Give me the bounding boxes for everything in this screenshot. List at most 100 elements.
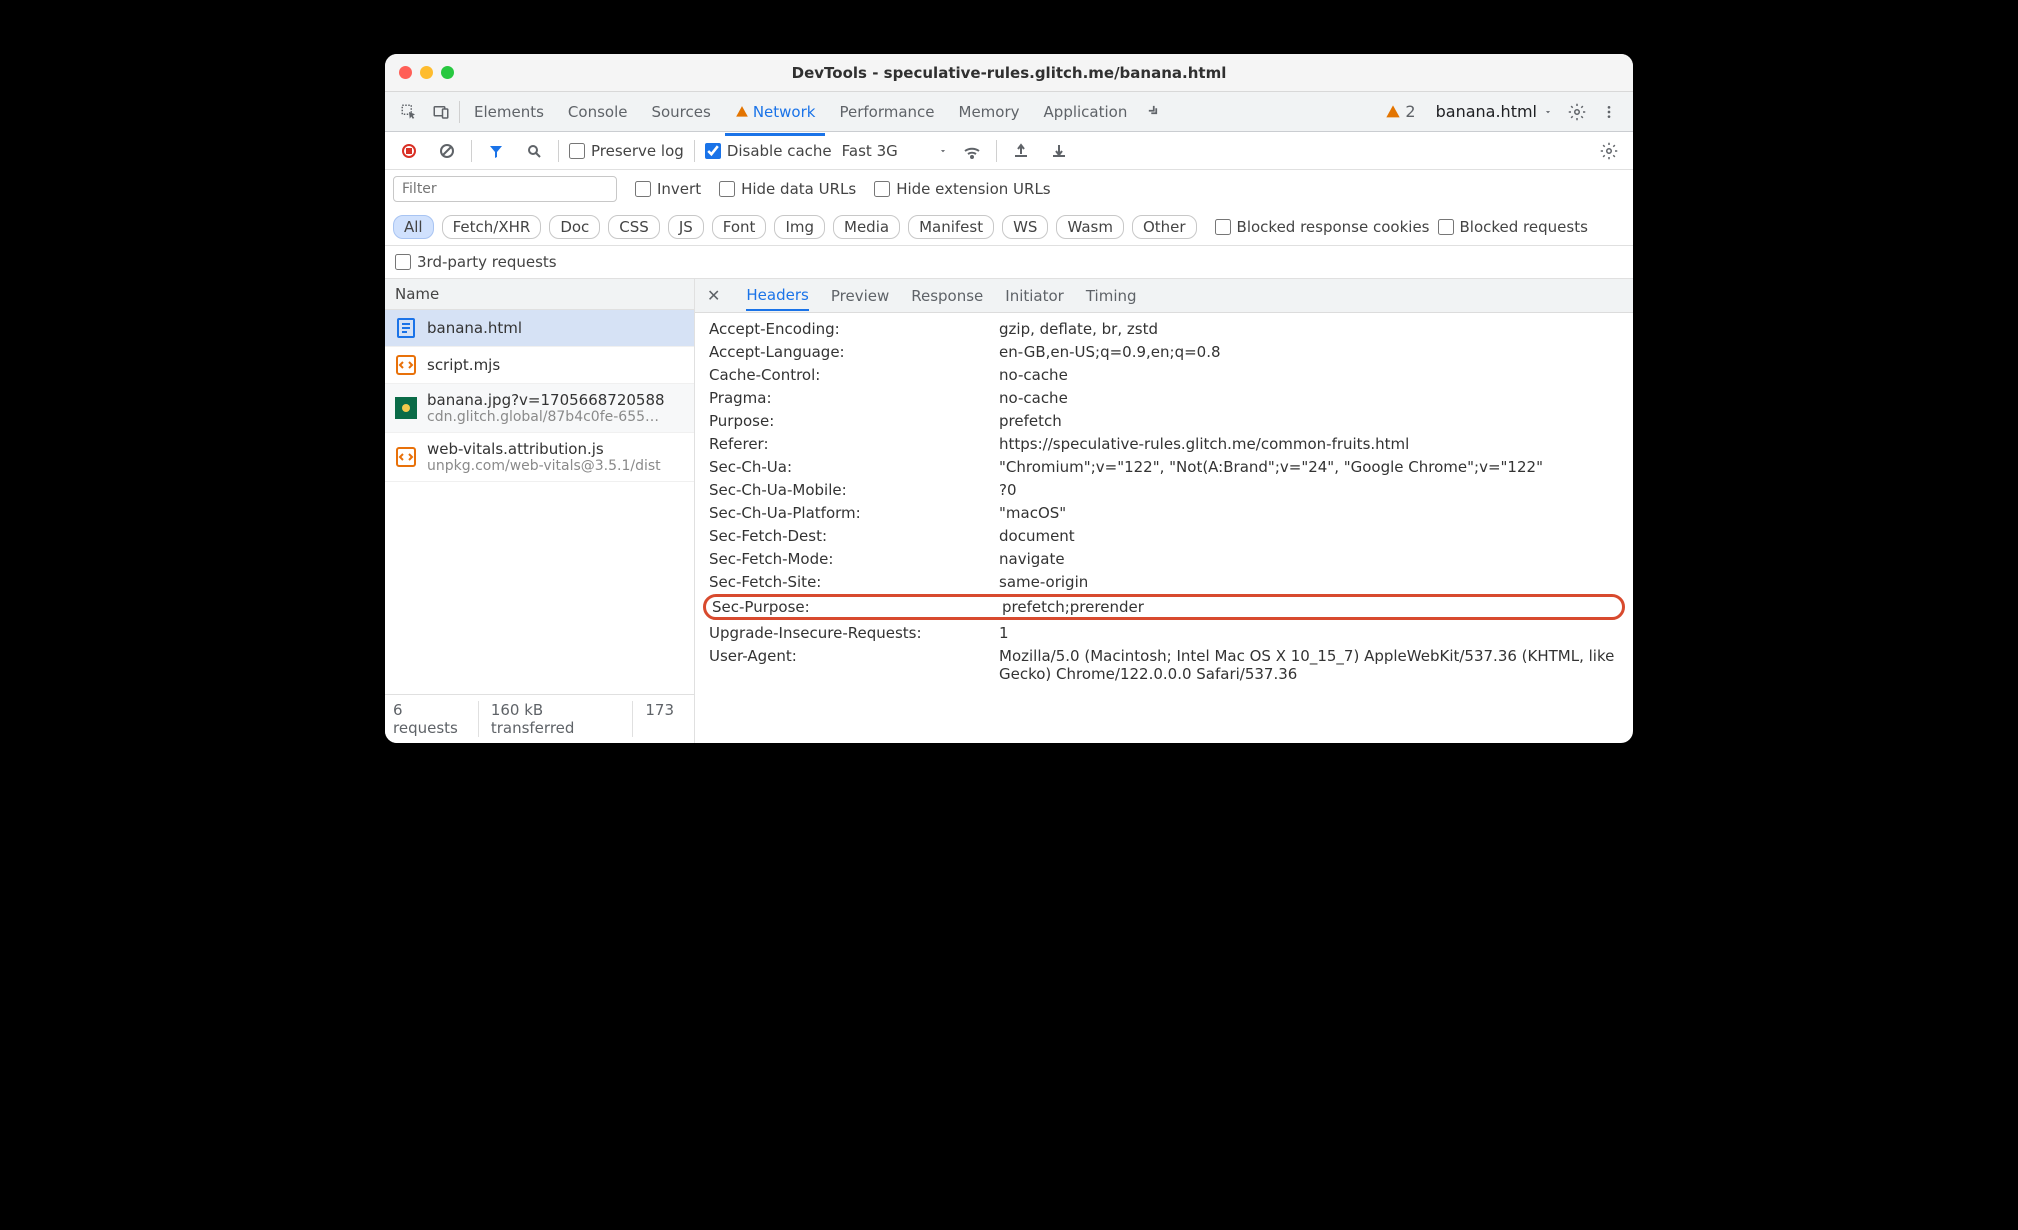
panel-tabs: Elements Console Sources Network Perform… [385, 92, 1633, 132]
detail-tab-preview[interactable]: Preview [831, 287, 889, 305]
request-name: banana.html [427, 319, 522, 337]
request-origin: unpkg.com/web-vitals@3.5.1/dist [427, 458, 661, 474]
header-row: Sec-Fetch-Mode:navigate [709, 547, 1619, 570]
type-media[interactable]: Media [833, 215, 900, 239]
network-toolbar: Preserve log Disable cache Fast 3G [385, 132, 1633, 170]
header-row: Sec-Fetch-Dest:document [709, 524, 1619, 547]
detail-tab-initiator[interactable]: Initiator [1005, 287, 1064, 305]
header-row: Accept-Encoding:gzip, deflate, br, zstd [709, 317, 1619, 340]
filter-icon[interactable] [482, 137, 510, 165]
header-value: "Chromium";v="122", "Not(A:Brand";v="24"… [999, 458, 1619, 476]
header-value: no-cache [999, 366, 1619, 384]
record-icon[interactable] [395, 137, 423, 165]
detail-tab-timing[interactable]: Timing [1086, 287, 1137, 305]
type-all[interactable]: All [393, 215, 434, 239]
network-conditions-icon[interactable] [958, 137, 986, 165]
image-icon [395, 397, 417, 419]
header-value: prefetch;prerender [1002, 598, 1616, 616]
header-key: Sec-Ch-Ua-Platform: [709, 504, 999, 522]
header-key: Purpose: [709, 412, 999, 430]
script-icon [395, 354, 417, 376]
window-controls [399, 66, 454, 79]
header-row: Upgrade-Insecure-Requests:1 [709, 621, 1619, 644]
type-wasm[interactable]: Wasm [1056, 215, 1124, 239]
status-transfer: 160 kB transferred [491, 701, 634, 737]
filter-input[interactable] [393, 176, 617, 202]
close-window-icon[interactable] [399, 66, 412, 79]
tab-network[interactable]: Network [725, 97, 826, 127]
type-fetch[interactable]: Fetch/XHR [442, 215, 542, 239]
header-value: no-cache [999, 389, 1619, 407]
devtools-window: DevTools - speculative-rules.glitch.me/b… [385, 54, 1633, 743]
header-key: Upgrade-Insecure-Requests: [709, 624, 999, 642]
header-key: User-Agent: [709, 647, 999, 683]
preserve-log-checkbox[interactable]: Preserve log [569, 142, 684, 160]
header-key: Sec-Fetch-Site: [709, 573, 999, 591]
status-bar: 6 requests 160 kB transferred 173 [385, 694, 694, 743]
warnings-badge[interactable]: 2 [1385, 102, 1415, 121]
tab-elements[interactable]: Elements [464, 97, 554, 127]
separator [471, 140, 472, 162]
request-detail: ✕ Headers Preview Response Initiator Tim… [695, 279, 1633, 743]
hide-extension-urls-checkbox[interactable]: Hide extension URLs [874, 180, 1050, 198]
request-row[interactable]: script.mjs [385, 347, 694, 384]
disable-cache-checkbox[interactable]: Disable cache [705, 142, 832, 160]
separator [996, 140, 997, 162]
status-requests: 6 requests [393, 701, 479, 737]
document-icon [395, 317, 417, 339]
minimize-window-icon[interactable] [420, 66, 433, 79]
tab-console[interactable]: Console [558, 97, 638, 127]
clear-icon[interactable] [433, 137, 461, 165]
blocked-cookies-checkbox[interactable]: Blocked response cookies [1215, 218, 1430, 236]
third-party-checkbox[interactable]: 3rd-party requests [395, 253, 1623, 271]
type-css[interactable]: CSS [608, 215, 660, 239]
invert-checkbox[interactable]: Invert [635, 180, 701, 198]
column-header-name[interactable]: Name [385, 279, 694, 310]
detail-tab-headers[interactable]: Headers [746, 286, 808, 311]
header-row: User-Agent:Mozilla/5.0 (Macintosh; Intel… [709, 644, 1619, 685]
zoom-window-icon[interactable] [441, 66, 454, 79]
header-value: gzip, deflate, br, zstd [999, 320, 1619, 338]
header-row: Sec-Ch-Ua-Platform:"macOS" [709, 501, 1619, 524]
request-row[interactable]: banana.jpg?v=1705668720588 cdn.glitch.gl… [385, 384, 694, 433]
type-img[interactable]: Img [774, 215, 825, 239]
type-doc[interactable]: Doc [549, 215, 600, 239]
request-row[interactable]: web-vitals.attribution.js unpkg.com/web-… [385, 433, 694, 482]
gear-icon[interactable] [1563, 98, 1591, 126]
kebab-icon[interactable] [1595, 98, 1623, 126]
blocked-requests-checkbox[interactable]: Blocked requests [1438, 218, 1588, 236]
detail-tab-response[interactable]: Response [911, 287, 983, 305]
header-value: ?0 [999, 481, 1619, 499]
header-key: Sec-Fetch-Dest: [709, 527, 999, 545]
header-value: "macOS" [999, 504, 1619, 522]
inspect-icon[interactable] [395, 98, 423, 126]
type-manifest[interactable]: Manifest [908, 215, 994, 239]
context-selector[interactable]: banana.html [1430, 99, 1559, 124]
header-key: Accept-Language: [709, 343, 999, 361]
window-title: DevTools - speculative-rules.glitch.me/b… [792, 64, 1227, 82]
network-settings-icon[interactable] [1595, 137, 1623, 165]
status-extra: 173 [645, 701, 686, 737]
import-icon[interactable] [1007, 137, 1035, 165]
hide-data-urls-checkbox[interactable]: Hide data URLs [719, 180, 856, 198]
type-font[interactable]: Font [712, 215, 767, 239]
tab-performance[interactable]: Performance [829, 97, 944, 127]
export-icon[interactable] [1045, 137, 1073, 165]
tab-application[interactable]: Application [1034, 97, 1138, 127]
throttle-select[interactable]: Fast 3G [842, 142, 948, 160]
request-name: web-vitals.attribution.js [427, 440, 661, 458]
tab-sources[interactable]: Sources [641, 97, 720, 127]
tab-memory[interactable]: Memory [949, 97, 1030, 127]
type-js[interactable]: JS [668, 215, 704, 239]
more-tabs-icon[interactable] [1141, 98, 1169, 126]
search-icon[interactable] [520, 137, 548, 165]
type-other[interactable]: Other [1132, 215, 1197, 239]
resource-type-filter: All Fetch/XHR Doc CSS JS Font Img Media … [385, 208, 1633, 246]
request-row[interactable]: banana.html [385, 310, 694, 347]
close-detail-icon[interactable]: ✕ [707, 286, 720, 305]
type-ws[interactable]: WS [1002, 215, 1048, 239]
separator [694, 140, 695, 162]
device-toggle-icon[interactable] [427, 98, 455, 126]
header-row: Cache-Control:no-cache [709, 363, 1619, 386]
header-row: Sec-Ch-Ua:"Chromium";v="122", "Not(A:Bra… [709, 455, 1619, 478]
